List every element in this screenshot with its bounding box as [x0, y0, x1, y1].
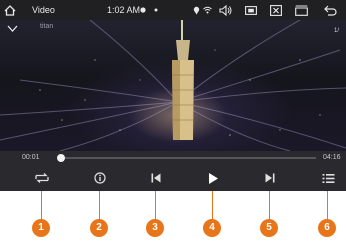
callout-line-3 — [155, 191, 156, 220]
callout-marker: 1 — [32, 219, 50, 237]
screenshot-icon[interactable] — [244, 0, 258, 20]
callout-marker: 3 — [146, 219, 164, 237]
car-screen: Video 1:02 AM titan 1/ 00:01 04:16 — [0, 0, 346, 191]
callout-marker: 5 — [260, 219, 278, 237]
playlist-button[interactable] — [310, 165, 346, 191]
location-icon — [191, 0, 201, 20]
callout-marker: 2 — [90, 219, 108, 237]
next-button[interactable] — [252, 165, 288, 191]
elapsed-time: 00:01 — [22, 154, 40, 161]
window-icon[interactable] — [294, 0, 308, 20]
info-icon — [94, 172, 106, 184]
callout-line-4 — [212, 191, 213, 220]
list-icon — [322, 173, 334, 183]
clock: 1:02 AM — [107, 5, 141, 15]
repeat-button[interactable] — [24, 165, 60, 191]
play-button[interactable] — [195, 165, 231, 191]
dot-icon — [153, 0, 159, 20]
status-bar: Video 1:02 AM — [0, 0, 346, 20]
wifi-icon — [202, 0, 212, 20]
callout-markers: 1 2 3 4 5 6 — [0, 191, 346, 244]
seek-track[interactable] — [58, 157, 316, 159]
video-frame — [0, 20, 346, 151]
back-icon[interactable] — [322, 0, 338, 20]
overlay-label: titan — [40, 23, 54, 30]
callout-line-2 — [99, 191, 100, 220]
callout-marker: 4 — [203, 219, 221, 237]
callout-line-5 — [269, 191, 270, 220]
previous-button[interactable] — [138, 165, 174, 191]
seek-bar[interactable]: 00:01 04:16 — [0, 151, 346, 165]
volume-icon[interactable] — [218, 0, 234, 20]
info-button[interactable] — [82, 165, 118, 191]
app-title: Video — [32, 5, 55, 15]
callout-marker: 6 — [318, 219, 336, 237]
home-icon[interactable] — [2, 0, 18, 20]
page-indicator: 1/ — [334, 28, 340, 34]
callout-line-6 — [327, 191, 328, 220]
repeat-icon — [35, 173, 49, 183]
chevron-down-icon[interactable] — [6, 22, 18, 34]
skip-next-icon — [265, 173, 275, 183]
play-icon — [209, 172, 218, 184]
control-buttons — [0, 165, 346, 191]
seek-thumb[interactable] — [57, 154, 65, 162]
close-box-icon[interactable] — [269, 0, 283, 20]
video-surface[interactable]: titan 1/ — [0, 20, 346, 151]
record-icon — [139, 0, 147, 20]
duration-time: 04:16 — [323, 154, 341, 161]
callout-line-1 — [41, 191, 42, 220]
skip-previous-icon — [151, 173, 161, 183]
